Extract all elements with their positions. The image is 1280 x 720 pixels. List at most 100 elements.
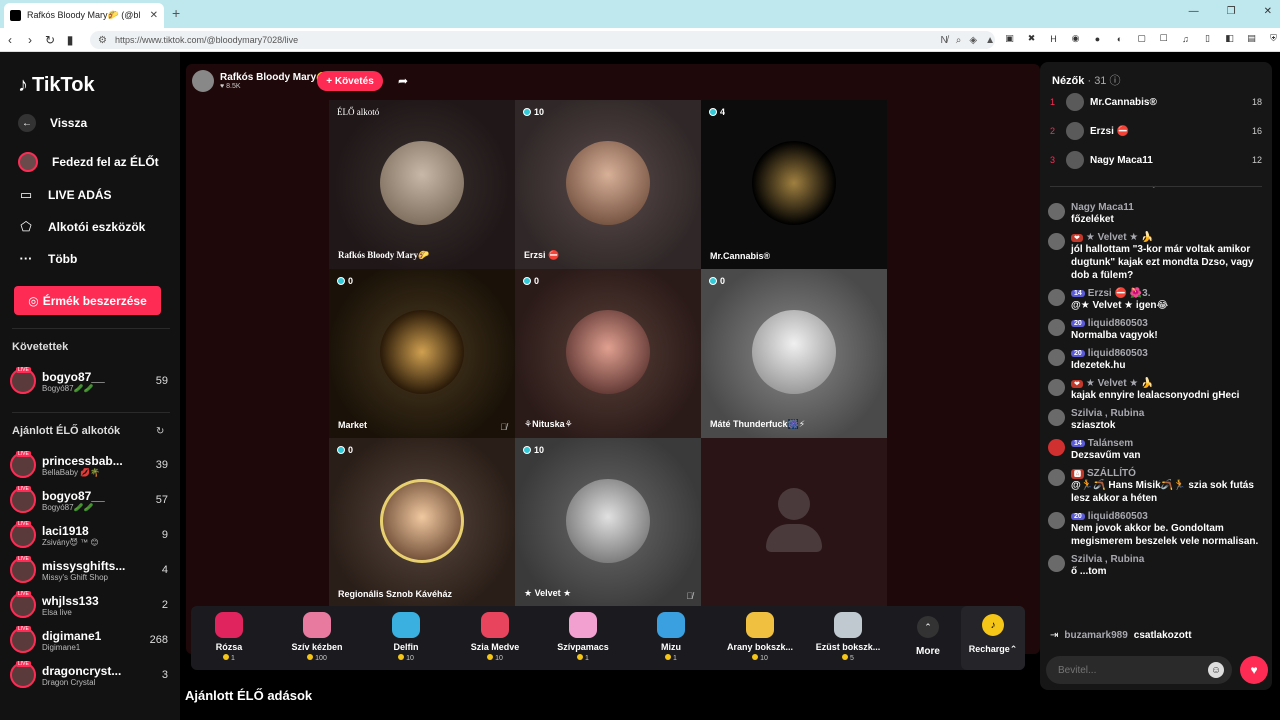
extension-3-icon[interactable]: H — [1047, 32, 1060, 45]
top-viewer[interactable]: 2 Erzsi ⛔ 16 — [1050, 120, 1262, 142]
rewards-icon[interactable]: ▲ — [985, 35, 995, 46]
gift-item[interactable]: Szív kézben 100 — [277, 612, 357, 662]
nav-creator-tools[interactable]: ⬠ Alkotói eszközök — [18, 219, 145, 235]
close-tab-icon[interactable]: ✕ — [150, 10, 158, 21]
gift-item[interactable]: Arany bokszk... 10 — [720, 612, 800, 662]
guest-tile[interactable]: 0 Máté Thunderfuck🎆⚡ — [701, 269, 887, 438]
extension-8-icon[interactable]: ☐ — [1157, 32, 1170, 45]
extension-9-icon[interactable]: ◧ — [1223, 32, 1236, 45]
zoom-icon[interactable]: ⌕ — [956, 35, 962, 46]
more-gifts-button[interactable]: ⌃ More — [908, 616, 948, 657]
wallet-icon[interactable]: ▤ — [1245, 32, 1258, 45]
forward-icon[interactable]: › — [20, 33, 40, 47]
account-name: digimane1 — [42, 628, 102, 643]
gift-item[interactable]: Delfin 10 — [366, 612, 446, 662]
suggested-account[interactable]: LIVE missysghifts... Missy's Ghift Shop 4 — [10, 555, 168, 585]
extension-7-icon[interactable]: ▢ — [1135, 32, 1148, 45]
new-tab-icon[interactable]: + — [172, 5, 180, 21]
nav-live-studio[interactable]: ▭ LIVE ADÁS — [18, 187, 112, 203]
translate-icon[interactable]: N̸ — [941, 35, 948, 46]
rank: 2 — [1050, 126, 1056, 136]
reload-icon[interactable]: ↻ — [40, 33, 60, 47]
live-badge: LIVE — [16, 556, 31, 562]
extension-2-icon[interactable]: ✖ — [1025, 32, 1038, 45]
viewer-count: 9 — [161, 529, 168, 541]
follow-button[interactable]: + Követés — [317, 71, 383, 91]
vpn-icon[interactable]: ⛨ — [1267, 32, 1280, 45]
bookmark-icon[interactable]: ▮ — [60, 33, 80, 47]
guest-tile[interactable]: 4 Mr.Cannabis® — [701, 100, 887, 269]
restore-icon[interactable]: ❐ — [1227, 6, 1236, 17]
host-info[interactable]: Rafkós Bloody Mary🌮 ♥ 8.5K — [192, 70, 329, 92]
suggested-account[interactable]: LIVE princessbab... BellaBaby 💋🌴 39 — [10, 450, 168, 480]
suggested-account[interactable]: LIVE laci1918 Zsivány😈 ™ 😊 9 — [10, 520, 168, 550]
browser-tab[interactable]: Rafkós Bloody Mary🌮 (@bl ✕ — [4, 3, 164, 28]
get-coins-button[interactable]: ◎ Érmék beszerzése — [14, 286, 161, 315]
guest-tile[interactable]: 0 Market 🎙̸ — [329, 269, 515, 438]
top-viewer[interactable]: 3 Nagy Maca11 12 — [1050, 149, 1262, 171]
viewer-counter: 0 — [523, 276, 539, 286]
url-field[interactable]: ⚙ https://www.tiktok.com/@bloodymary7028… — [90, 31, 995, 49]
browser-tabbar: Rafkós Bloody Mary🌮 (@bl ✕ + — ❐ ✕ — [0, 0, 1280, 28]
empty-guest-slot[interactable] — [701, 438, 887, 607]
gift-name: Szívpamacs — [557, 642, 609, 652]
nav-more[interactable]: ··· Több — [18, 251, 78, 266]
guest-tile[interactable]: 10 Erzsi ⛔ — [515, 100, 701, 269]
host-likes: ♥ 8.5K — [220, 83, 241, 90]
suggested-account[interactable]: LIVE dragoncryst... Dragon Crystal 3 — [10, 660, 168, 690]
suggested-account[interactable]: LIVE digimane1 Digimane1 268 — [10, 625, 168, 655]
heart-in-hand-icon — [303, 612, 331, 638]
extension-4-icon[interactable]: ◉ — [1069, 32, 1082, 45]
chat-user-line: 20 liquid860503 — [1071, 348, 1266, 359]
gift-price-value: 100 — [315, 655, 327, 662]
top-viewer[interactable]: 1 Mr.Cannabis® 18 — [1050, 91, 1262, 113]
refresh-icon[interactable]: ↻ — [156, 426, 164, 437]
gift-item[interactable]: Ezüst bokszk... 5 — [808, 612, 888, 662]
viewer-count: 4 — [161, 564, 168, 576]
extensions: ▣ ✖ H ◉ ● ◐ ▢ ☐ ♫ ▯ ◧ ▤ ⛨ ≡ — [1003, 32, 1280, 45]
recharge-button[interactable]: ♪ Recharge⌃ — [961, 606, 1025, 670]
nav-label: Több — [48, 251, 78, 266]
guest-tile[interactable]: 0 Regionális Sznob Kávéház — [329, 438, 515, 607]
join-notice: ⇥ buzamark989 csatlakozott — [1050, 630, 1192, 641]
empty-user-icon — [778, 488, 810, 520]
tiktok-logo[interactable]: ♪ TikTok — [18, 74, 95, 97]
emoji-icon[interactable]: ☺ — [1208, 662, 1224, 678]
avatar — [1048, 555, 1065, 572]
extension-1-icon[interactable]: ▣ — [1003, 32, 1016, 45]
close-window-icon[interactable]: ✕ — [1264, 6, 1272, 17]
minimize-icon[interactable]: — — [1189, 6, 1199, 17]
extension-5-icon[interactable]: ● — [1091, 32, 1104, 45]
gift-item[interactable]: Rózsa 1 — [189, 612, 269, 662]
back-link[interactable]: ← Vissza — [18, 114, 87, 132]
guest-tile[interactable]: 10 ★ Velvet ★ 🎙̸ — [515, 438, 701, 607]
guest-tile[interactable]: ÉLŐ alkotó Rafkós Bloody Mary🌮 — [329, 100, 515, 269]
media-icon[interactable]: ♫ — [1179, 32, 1192, 45]
gift-item[interactable]: Mizu 1 — [631, 612, 711, 662]
info-icon[interactable]: ⓘ — [1110, 75, 1121, 87]
account-nick: Bogyó87🥒🥒 — [42, 383, 94, 393]
site-info-icon[interactable]: ⚙ — [98, 35, 107, 46]
gift-price-value: 10 — [406, 655, 414, 662]
gift-price-value: 10 — [760, 655, 768, 662]
brave-shield-icon[interactable]: ◈ — [969, 35, 977, 46]
guest-avatar — [380, 141, 464, 225]
viewer-count: 0 — [348, 276, 354, 286]
chat-input[interactable] — [1046, 656, 1232, 684]
following-account[interactable]: LIVE bogyo87__ Bogyó87🥒🥒 59 — [10, 366, 168, 396]
gift-item[interactable]: Szia Medve 10 — [455, 612, 535, 662]
avatar — [1066, 93, 1084, 111]
suggested-account[interactable]: LIVE whjlss133 Elsa live 2 — [10, 590, 168, 620]
guest-name: Regionális Sznob Kávéház — [338, 589, 453, 599]
sidebar-toggle-icon[interactable]: ▯ — [1201, 32, 1214, 45]
gift-name: Mizu — [661, 642, 681, 652]
extension-6-icon[interactable]: ◐ — [1113, 32, 1126, 45]
like-heart-button[interactable]: ♥ — [1240, 656, 1268, 684]
gift-item[interactable]: Szívpamacs 1 — [543, 612, 623, 662]
nav-explore-live[interactable]: Fedezd fel az ÉLŐt — [18, 152, 159, 172]
guest-name: Erzsi ⛔ — [524, 250, 560, 260]
share-icon[interactable]: ➦ — [398, 74, 408, 88]
back-icon[interactable]: ‹ — [0, 33, 20, 47]
guest-tile[interactable]: 0 ⚘Nituska⚘ — [515, 269, 701, 438]
suggested-account[interactable]: LIVE bogyo87__ Bogyó87🥒🥒 57 — [10, 485, 168, 515]
